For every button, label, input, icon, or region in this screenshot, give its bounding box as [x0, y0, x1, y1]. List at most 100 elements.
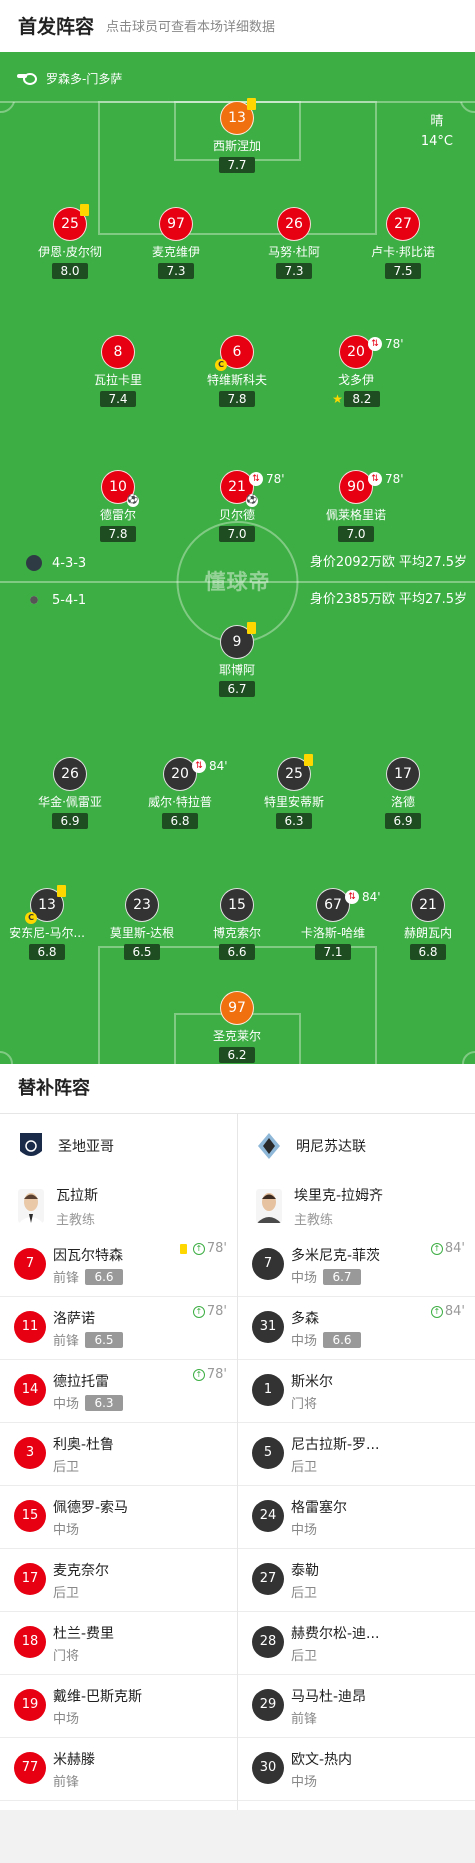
substitute-position-wrap: 后卫 [291, 1456, 317, 1475]
player-away[interactable]: 23 莫里斯-达根 6.5 [87, 888, 197, 960]
substitute-position-wrap: 中场 [53, 1708, 79, 1727]
substitute-row[interactable]: 7 因瓦尔特森 前锋 6.6 ↑ 78' [0, 1234, 237, 1297]
substitution: ⇅ 78' [249, 463, 285, 495]
player-number-badge: 13 [220, 98, 256, 135]
substitutes-title: 替补阵容 [0, 1064, 475, 1114]
substitute-row[interactable]: 31 多森 中场 6.6 ↑ 84' [238, 1297, 475, 1360]
player-home[interactable]: 90 ⇅ 78' 佩莱格里诺 7.0 [301, 470, 411, 542]
player-home[interactable]: 10 ⚽ 德雷尔 7.8 [63, 470, 173, 542]
substitute-name: 斯米尔 [291, 1374, 333, 1390]
substitute-row[interactable]: 15 佩德罗-索马 中场 [0, 1486, 237, 1549]
substitute-row[interactable]: 77 米赫滕 前锋 [0, 1738, 237, 1801]
player-rating-wrap: 8.0 [15, 260, 125, 279]
player-rating: 7.7 [219, 157, 255, 173]
player-home[interactable]: 8 瓦拉卡里 7.4 [63, 335, 173, 407]
substitute-number: 31 [252, 1311, 284, 1343]
player-away[interactable]: 26 华金·佩雷亚 6.9 [15, 757, 125, 829]
yellow-card-icon [57, 885, 66, 897]
player-rating-wrap: 6.5 [87, 941, 197, 960]
away-team-row[interactable]: 明尼苏达联 [238, 1114, 475, 1178]
player-away[interactable]: 9 耶博阿 6.7 [182, 622, 292, 697]
player-number-badge: 23 [125, 888, 159, 922]
home-team-row[interactable]: 圣地亚哥 [0, 1114, 237, 1178]
substitute-row[interactable]: 1 斯米尔 门将 [238, 1360, 475, 1423]
substitute-row[interactable]: 30 欧文-热内 中场 [238, 1738, 475, 1801]
substitute-row[interactable]: 19 戴维-巴斯克斯 中场 [0, 1675, 237, 1738]
sub-in-info: ↑ 78' [192, 1304, 227, 1319]
player-home[interactable]: 20 ⇅ 78' 戈多伊 ★ 8.2 [301, 335, 411, 407]
player-home[interactable]: 13 西斯涅加 7.7 [182, 98, 292, 173]
player-away[interactable]: 25 特里安蒂斯 6.3 [239, 754, 349, 829]
home-formation: 4-3-3 [26, 553, 86, 573]
player-rating-wrap: 7.3 [121, 260, 231, 279]
substitute-name: 戴维-巴斯克斯 [53, 1689, 143, 1705]
player-away[interactable]: 20 ⇅ 84' 威尔·特拉普 6.8 [125, 757, 235, 829]
player-home[interactable]: 27 卢卡·邦比诺 7.5 [348, 207, 458, 279]
away-formation-label: 5-4-1 [52, 592, 87, 608]
substitute-name: 米赫滕 [53, 1752, 95, 1768]
player-away[interactable]: 17 洛德 6.9 [348, 757, 458, 829]
substitute-name: 马马杜-迪昂 [291, 1689, 367, 1705]
player-number-badge: 21 [411, 888, 445, 922]
substitute-position: 后卫 [291, 1649, 318, 1664]
substitute-row[interactable]: 3 利奥-杜鲁 后卫 [0, 1423, 237, 1486]
away-team-name: 明尼苏达联 [296, 1139, 366, 1155]
substitution: ⇅ 84' [192, 750, 228, 782]
player-rating-wrap: 7.3 [239, 260, 349, 279]
player-number: 67 [324, 897, 342, 913]
venue: 罗森多-门多萨 [16, 68, 122, 88]
player-home[interactable]: 26 马努·杜阿 7.3 [239, 207, 349, 279]
substitute-name: 多米尼克-菲茨 [291, 1248, 381, 1264]
substitute-row[interactable]: 24 格雷塞尔 中场 [238, 1486, 475, 1549]
substitute-row[interactable]: 5 尼古拉斯-罗... 后卫 [238, 1423, 475, 1486]
home-substitutes: 圣地亚哥 瓦拉斯 主教练 7 因瓦尔特森 前锋 6.6 ↑ 78' 11 洛萨诺 前锋 6.5 ↑ 7… [0, 1114, 237, 1801]
player-rating-wrap: 7.5 [348, 260, 458, 279]
player-away[interactable]: 97 圣克莱尔 6.2 [182, 991, 292, 1063]
away-value: 身价2385万欧 平均27.5岁 [309, 592, 467, 607]
player-home[interactable]: 6 C 特维斯科夫 7.8 [182, 335, 292, 407]
away-coach-name: 埃里克-拉姆齐 [294, 1187, 384, 1204]
substitute-position-wrap: 前锋 [53, 1771, 79, 1790]
substitute-row[interactable]: 14 德拉托雷 中场 6.3 ↑ 78' [0, 1360, 237, 1423]
substitute-position: 前锋 [53, 1334, 80, 1349]
substitute-row[interactable]: 28 赫费尔松-迪... 后卫 [238, 1612, 475, 1675]
substitute-row[interactable]: 29 马马杜-迪昂 前锋 [238, 1675, 475, 1738]
substitute-row[interactable]: 18 杜兰-费里 门将 [0, 1612, 237, 1675]
player-name: 伊恩·皮尔彻 [38, 245, 102, 259]
player-name: 德雷尔 [99, 508, 136, 522]
substitution: ⇅ 78' [368, 328, 404, 360]
captain-icon: C [25, 912, 37, 924]
player-home[interactable]: 25 伊恩·皮尔彻 8.0 [15, 204, 125, 279]
player-home[interactable]: 21 ⚽ ⇅ 78' 贝尔德 7.0 [182, 470, 292, 542]
substitute-position: 前锋 [53, 1775, 80, 1790]
home-coach-name: 瓦拉斯 [56, 1187, 98, 1204]
home-coach[interactable]: 瓦拉斯 主教练 [0, 1178, 237, 1234]
player-number-badge: 26 [53, 757, 87, 791]
substitute-row[interactable]: 17 麦克奈尔 后卫 [0, 1549, 237, 1612]
away-coach[interactable]: 埃里克-拉姆齐 主教练 [238, 1178, 475, 1234]
sub-minute: 78' [266, 472, 285, 486]
substitute-row[interactable]: 11 洛萨诺 前锋 6.5 ↑ 78' [0, 1297, 237, 1360]
player-number: 23 [133, 897, 151, 913]
sub-in-icon: ↑ [192, 1305, 205, 1318]
substitute-name: 泰勒 [291, 1563, 319, 1579]
coach-avatar-icon [256, 1189, 282, 1223]
substitute-row[interactable]: 7 多米尼克-菲茨 中场 6.7 ↑ 84' [238, 1234, 475, 1297]
player-home[interactable]: 97 麦克维伊 7.3 [121, 207, 231, 279]
player-away[interactable]: 15 博克索尔 6.6 [182, 888, 292, 960]
player-number: 97 [228, 1000, 246, 1016]
player-number-badge: 6C [215, 335, 254, 371]
player-number-badge: 20 ⇅ 78' [339, 335, 404, 369]
player-away[interactable]: 21 赫朗瓦内 6.8 [373, 888, 475, 960]
substitute-position-wrap: 中场 6.7 [291, 1267, 362, 1286]
coach-avatar-icon [18, 1189, 44, 1223]
player-away[interactable]: 67 ⇅ 84' 卡洛斯-哈维 7.1 [278, 888, 388, 960]
away-coach-role: 主教练 [294, 1212, 334, 1228]
player-name: 华金·佩雷亚 [38, 795, 102, 809]
player-name: 戈多伊 [337, 373, 374, 387]
substitute-row[interactable]: 27 泰勒 后卫 [238, 1549, 475, 1612]
yellow-card-icon [80, 204, 89, 216]
sub-in-minute: 78' [206, 1304, 227, 1319]
player-name: 特维斯科夫 [206, 373, 267, 387]
player-rating-wrap: 6.9 [348, 810, 458, 829]
